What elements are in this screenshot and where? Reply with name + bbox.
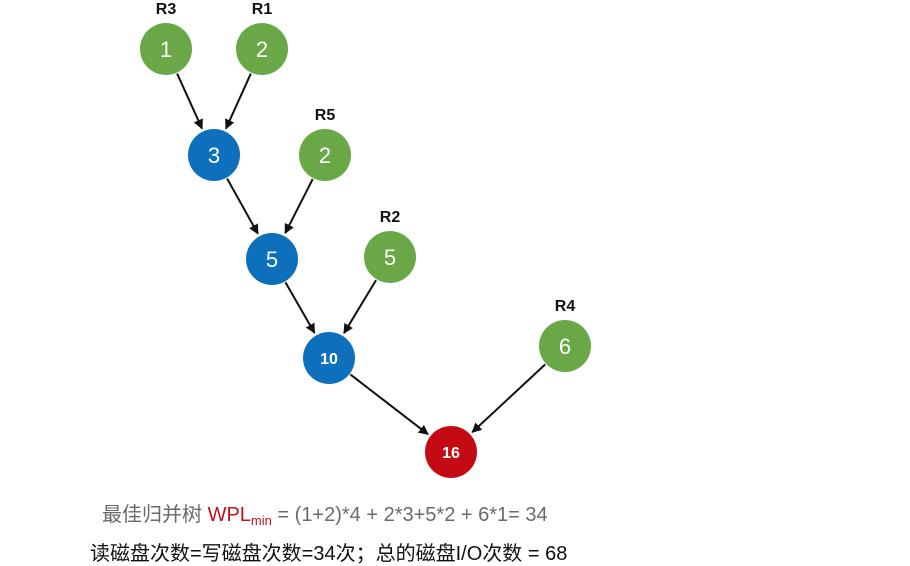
node-value: 5 (384, 245, 396, 270)
tree-node-n9: 16 (425, 426, 477, 478)
tree-node-n8: 6 R4 (539, 298, 591, 372)
node-value: 3 (208, 143, 220, 168)
run-label: R2 (380, 209, 401, 226)
node-value: 2 (319, 143, 331, 168)
run-label: R4 (555, 298, 576, 315)
node-value: 5 (266, 247, 278, 272)
formula-expression: = (1+2)*4 + 2*3+5*2 + 6*1= 34 (271, 504, 548, 526)
node-value: 6 (559, 334, 571, 359)
merge-tree-diagram: 1 R3 2 R1 3 2 R5 5 5 R2 10 6 R4 16 (140, 1, 591, 478)
tree-node-n6: 5 R2 (364, 209, 416, 283)
node-value: 10 (320, 351, 338, 368)
edge-arrow-n2-to-n3 (225, 73, 252, 130)
edge-arrow-n5-to-n7 (284, 281, 316, 334)
node-value: 1 (160, 37, 172, 62)
edge-arrow-n6-to-n7 (343, 279, 377, 335)
tree-node-n2: 2 R1 (236, 1, 288, 75)
tree-node-n3: 3 (188, 129, 240, 181)
tree-node-n7: 10 (303, 332, 355, 384)
tree-node-n4: 2 R5 (299, 107, 351, 181)
run-label: R3 (156, 1, 177, 18)
edge-arrow-n3-to-n5 (226, 178, 259, 235)
wpl-subscript: min (250, 513, 272, 528)
wpl-formula: 最佳归并树 WPLmin = (1+2)*4 + 2*3+5*2 + 6*1= … (102, 498, 910, 528)
run-label: R1 (252, 1, 273, 18)
tree-node-n5: 5 (246, 233, 298, 285)
formula-prefix: 最佳归并树 (102, 504, 208, 526)
wpl-symbol: WPL (207, 504, 251, 526)
disk-io-summary: 读磁盘次数=写磁盘次数=34次；总的磁盘I/O次数 = 68 (90, 543, 568, 565)
tree-node-n1: 1 R3 (140, 1, 192, 75)
node-value: 2 (256, 37, 268, 62)
node-value: 16 (442, 445, 460, 462)
edge-arrow-n1-to-n3 (176, 73, 203, 130)
edge-arrow-n8-to-n9 (471, 363, 546, 433)
edge-arrow-n4-to-n5 (284, 178, 314, 235)
run-label: R5 (315, 107, 336, 124)
edge-arrow-n7-to-n9 (349, 373, 429, 436)
